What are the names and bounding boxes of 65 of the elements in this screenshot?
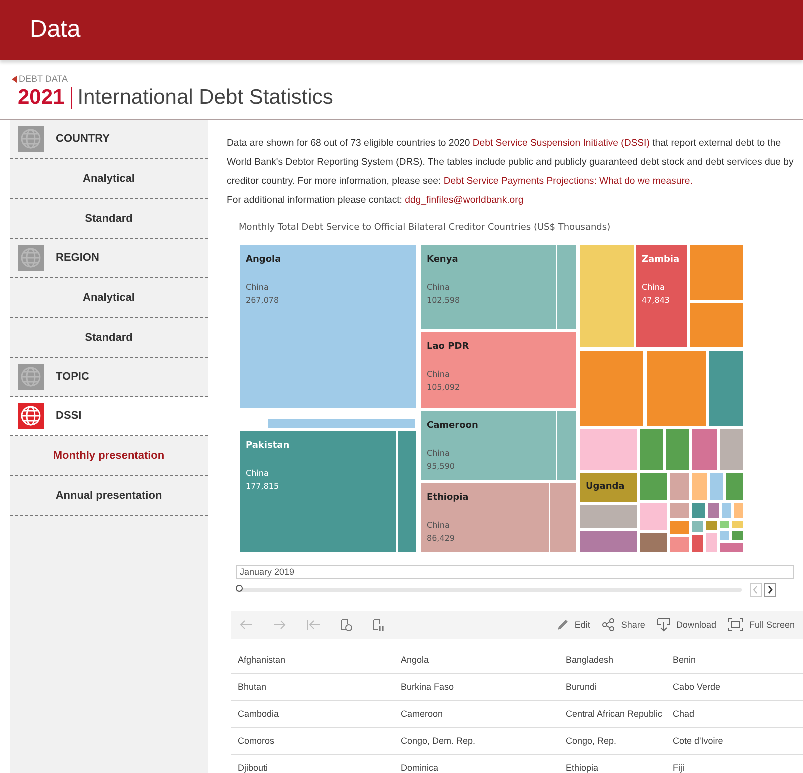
- share-button[interactable]: Share: [602, 618, 646, 632]
- country-link[interactable]: Bhutan: [231, 674, 394, 701]
- creditor-label: China: [427, 283, 450, 292]
- country-link[interactable]: Afghanistan: [231, 647, 394, 674]
- country-link[interactable]: Fiji: [666, 755, 803, 773]
- country-link[interactable]: Congo, Dem. Rep.: [394, 728, 559, 755]
- sidebar-item[interactable]: Standard: [10, 318, 208, 358]
- creditor-label: China: [642, 283, 665, 292]
- sidebar-section[interactable]: DSSI: [10, 397, 208, 436]
- country-link[interactable]: Cabo Verde: [666, 674, 803, 701]
- country-link[interactable]: Chad: [666, 701, 803, 728]
- creditor-label: China: [427, 449, 450, 458]
- country-link[interactable]: Comoros: [231, 728, 394, 755]
- value-label: 95,590: [427, 462, 455, 471]
- sidebar-section[interactable]: COUNTRY: [10, 120, 208, 159]
- country-label: Uganda: [586, 482, 625, 492]
- sidebar-item[interactable]: Analytical: [10, 159, 208, 199]
- country-link[interactable]: Angola: [394, 647, 559, 674]
- country-link[interactable]: Benin: [666, 647, 803, 674]
- value-label: 177,815: [246, 482, 280, 491]
- country-link[interactable]: Burkina Faso: [394, 674, 559, 701]
- country-link[interactable]: Cote d'Ivoire: [666, 728, 803, 755]
- page-year: 2021: [18, 86, 65, 110]
- edit-button[interactable]: Edit: [556, 618, 590, 632]
- chart-title: Monthly Total Debt Service to Official Bilateral Creditor Countries (US$ Thousands): [239, 223, 612, 233]
- value-label: 86,429: [427, 534, 455, 543]
- download-button[interactable]: Download: [657, 618, 716, 632]
- country-link[interactable]: Congo, Rep.: [559, 728, 666, 755]
- text-link[interactable]: Debt Service Suspension Initiative (DSSI): [472, 138, 650, 149]
- sidebar-item[interactable]: Analytical: [10, 278, 208, 318]
- creditor-label: China: [427, 370, 450, 379]
- value-label: 267,078: [246, 296, 280, 305]
- country-label: Angola: [246, 255, 282, 265]
- sidebar-item[interactable]: Annual presentation: [10, 476, 208, 516]
- creditor-label: China: [246, 469, 269, 478]
- text-link[interactable]: Debt Service Payments Projections: What do we measure.: [444, 176, 693, 187]
- fullscreen-button[interactable]: Full Screen: [728, 618, 795, 632]
- value-label: 47,843: [642, 296, 670, 305]
- country-link[interactable]: Cambodia: [231, 701, 394, 728]
- country-link[interactable]: Cameroon: [394, 701, 559, 728]
- header-title: Data: [30, 16, 81, 44]
- country-label: Kenya: [427, 255, 458, 265]
- country-link[interactable]: Burundi: [559, 674, 666, 701]
- country-link[interactable]: Bangladesh: [559, 647, 666, 674]
- sidebar-section[interactable]: REGION: [10, 239, 208, 278]
- country-link[interactable]: Ethiopia: [559, 755, 666, 773]
- country-link[interactable]: Djibouti: [231, 755, 394, 773]
- creditor-label: China: [427, 521, 450, 530]
- value-label: 105,092: [427, 383, 460, 392]
- country-link[interactable]: Central African Republic: [559, 701, 666, 728]
- text-link[interactable]: ddg_finfiles@worldbank.org: [405, 195, 524, 206]
- sidebar-item[interactable]: Monthly presentation: [10, 436, 208, 476]
- country-link[interactable]: Dominica: [394, 755, 559, 773]
- value-label: 102,598: [427, 296, 460, 305]
- country-label: Zambia: [642, 255, 680, 265]
- date-field: January 2019: [236, 565, 794, 579]
- page-title: International Debt Statistics: [78, 86, 334, 110]
- country-label: Ethiopia: [427, 493, 469, 503]
- country-label: Cameroon: [427, 421, 478, 431]
- creditor-label: China: [246, 283, 269, 292]
- country-label: Pakistan: [246, 441, 290, 451]
- sidebar-item[interactable]: Standard: [10, 199, 208, 239]
- intro-paragraph: Data are shown for 68 out of 73 eligible countries to 2020 Debt Service Suspension Initiative (DSSI) that report external debt to the World Bank's Debtor Reporting System (DRS). The tables include public and publicly guaranteed debt stock and debt services due by creditor country. For more information, please see: Debt Service Payments Projections: What do we measure. For additional information please contact: ddg_finfiles@worldbank.org: [227, 137, 795, 208]
- country-label: Lao PDR: [427, 342, 470, 352]
- breadcrumb-link[interactable]: DEBT DATA: [19, 74, 68, 84]
